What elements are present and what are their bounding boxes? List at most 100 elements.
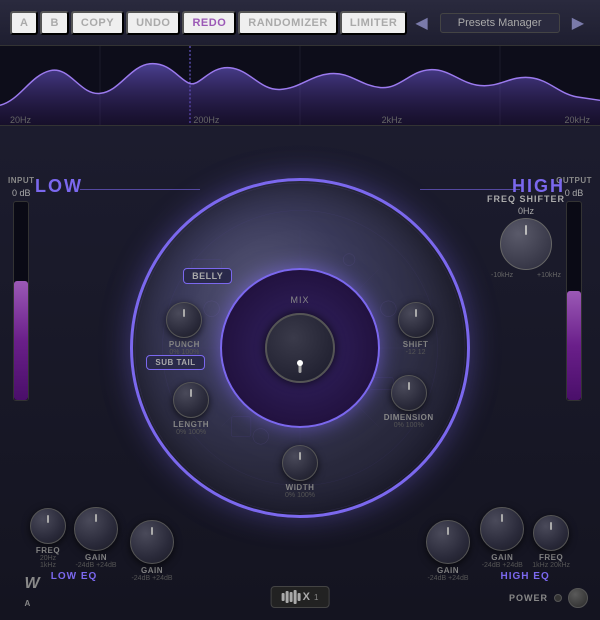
low-gain1-label: GAIN	[85, 553, 107, 562]
length-knob-container: LENGTH 0% 100%	[173, 382, 209, 436]
freq-shifter-min: -10kHz	[491, 272, 513, 279]
b-button[interactable]: B	[40, 11, 68, 35]
dimension-range: 0% 100%	[394, 422, 424, 429]
redo-button[interactable]: REDO	[182, 11, 236, 35]
shift-label: SHIFT	[403, 340, 429, 349]
width-knob-container: WIDTH 0% 100%	[282, 445, 318, 499]
sub-tail-tag: SUB TAIL	[146, 355, 204, 370]
tape-bar-2	[286, 591, 289, 603]
freq-shifter-section: FREQ SHIFTER 0Hz -10kHz +10kHz	[487, 194, 565, 279]
low-gain2-knob-container: GAIN -24dB +24dB	[130, 520, 174, 582]
main-panel: INPUT 0 dB OUTPUT 0 dB LOW HIGH FREQ SHI…	[0, 126, 600, 620]
tape-bars	[282, 590, 301, 604]
disk-outer: PUT ME ON DRUMS BELLY SUB TAIL PUNCH 0% …	[130, 178, 470, 518]
mix-knob-wrapper: MIX	[265, 313, 335, 383]
power-dot[interactable]	[554, 594, 562, 602]
freq-shifter-scale: -10kHz +10kHz	[491, 272, 561, 279]
length-label: LENGTH	[173, 420, 209, 429]
punch-range: 0% 100%	[169, 349, 199, 356]
low-freq1-knob-container: FREQ 20Hz 1kHz	[30, 508, 66, 569]
low-label: LOW	[35, 176, 83, 197]
freq-shifter-max: +10kHz	[537, 272, 561, 279]
low-freq1-range2: 1kHz	[40, 562, 56, 569]
input-bar-fill	[14, 281, 28, 400]
tape-bar-5	[298, 593, 301, 601]
high-eq-knobs2: GAIN -24dB +24dB	[426, 520, 470, 582]
waveform-display: 20Hz 200Hz 2kHz 20kHz	[0, 46, 600, 126]
high-eq-knobs: GAIN -24dB +24dB FREQ 1kHz 20kHz	[480, 507, 570, 569]
punch-knob-container: PUNCH 0% 100%	[166, 302, 202, 356]
low-gain2-range: -24dB +24dB	[131, 575, 172, 582]
tape-x: X	[303, 591, 310, 603]
preset-prev-button[interactable]: ◀	[409, 11, 433, 35]
freq-label-200hz: 200Hz	[193, 115, 219, 125]
low-freq1-range: 20Hz	[40, 555, 56, 562]
high-gain2-knob[interactable]	[480, 507, 524, 551]
dimension-label: DIMENSION	[384, 413, 434, 422]
power-knob[interactable]	[568, 588, 588, 608]
disk-dot	[297, 360, 303, 366]
a-button[interactable]: A	[10, 11, 38, 35]
freq-label-20khz: 20kHz	[564, 115, 590, 125]
tape-logo: X 1	[271, 586, 330, 608]
low-freq1-knob[interactable]	[30, 508, 66, 544]
length-range: 0% 100%	[176, 429, 206, 436]
dimension-knob-container: DIMENSION 0% 100%	[384, 375, 434, 429]
wa-logo-text: WA	[24, 575, 39, 611]
freq-shifter-label: FREQ SHIFTER	[487, 194, 565, 204]
limiter-button[interactable]: LIMITER	[340, 11, 408, 35]
high-gain2-knob-container: GAIN -24dB +24dB	[480, 507, 524, 569]
disk-container: PUT ME ON DRUMS BELLY SUB TAIL PUNCH 0% …	[130, 178, 470, 518]
punch-knob[interactable]	[166, 302, 202, 338]
freq-shifter-value: 0Hz	[518, 206, 534, 216]
length-knob[interactable]	[173, 382, 209, 418]
high-gain1-knob[interactable]	[426, 520, 470, 564]
high-freq2-knob-container: FREQ 1kHz 20kHz	[532, 515, 570, 569]
low-gain1-knob[interactable]	[74, 507, 118, 551]
copy-button[interactable]: COPY	[71, 11, 124, 35]
undo-button[interactable]: UNDO	[126, 11, 180, 35]
high-freq2-label: FREQ	[539, 553, 563, 562]
high-eq-section: GAIN -24dB +24dB FREQ 1kHz 20kHz HIGH EQ	[480, 507, 570, 582]
high-gain2-range: -24dB +24dB	[482, 562, 523, 569]
low-eq-section2: GAIN -24dB +24dB	[130, 520, 174, 582]
low-gain1-knob-container: GAIN -24dB +24dB	[74, 507, 118, 569]
high-gain1-knob-container: GAIN -24dB +24dB	[426, 520, 470, 582]
high-gain1-range: -24dB +24dB	[427, 575, 468, 582]
disk-inner: MIX	[220, 268, 380, 428]
input-meter: INPUT 0 dB	[8, 176, 35, 401]
dimension-knob[interactable]	[391, 375, 427, 411]
input-bar-container	[13, 201, 29, 401]
toolbar: A B COPY UNDO REDO RANDOMIZER LIMITER ◀ …	[0, 0, 600, 46]
width-label: WIDTH	[286, 483, 315, 492]
freq-label-20hz: 20Hz	[10, 115, 31, 125]
input-value: 0 dB	[12, 188, 31, 198]
tape-bar-3	[290, 592, 293, 602]
high-gain2-label: GAIN	[491, 553, 513, 562]
tape-version: 1	[314, 593, 318, 602]
freq-labels: 20Hz 200Hz 2kHz 20kHz	[0, 115, 600, 125]
low-gain2-knob[interactable]	[130, 520, 174, 564]
high-gain1-label: GAIN	[437, 566, 459, 575]
belly-tag: BELLY	[183, 268, 232, 284]
tape-bar-1	[282, 593, 285, 601]
mix-knob[interactable]	[265, 313, 335, 383]
shift-knob[interactable]	[398, 302, 434, 338]
low-eq-label: LOW EQ	[51, 571, 98, 582]
freq-label-2khz: 2kHz	[382, 115, 403, 125]
low-eq-section: FREQ 20Hz 1kHz GAIN -24dB +24dB LOW EQ	[30, 507, 118, 582]
presets-label[interactable]: Presets Manager	[440, 13, 560, 33]
tape-logo-area: X 1	[271, 586, 330, 608]
low-gain1-range: -24dB +24dB	[75, 562, 116, 569]
high-freq2-knob[interactable]	[533, 515, 569, 551]
punch-label: PUNCH	[169, 340, 200, 349]
high-eq-section2: GAIN -24dB +24dB	[426, 520, 470, 582]
freq-shifter-knob[interactable]	[500, 218, 552, 270]
power-section: POWER	[509, 588, 588, 608]
width-knob[interactable]	[282, 445, 318, 481]
randomizer-button[interactable]: RANDOMIZER	[238, 11, 338, 35]
output-bar-fill	[567, 291, 581, 400]
shift-knob-container: SHIFT -12 12	[398, 302, 434, 356]
preset-next-button[interactable]: ▶	[566, 11, 590, 35]
width-range: 0% 100%	[285, 492, 315, 499]
